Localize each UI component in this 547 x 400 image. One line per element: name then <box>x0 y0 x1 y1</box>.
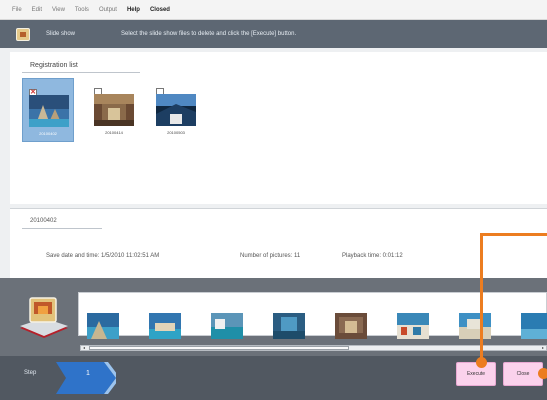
detail-panel: 20100402 Save date and time: 1/5/2010 11… <box>10 208 547 278</box>
detail-date-label: 20100402 <box>30 218 57 224</box>
item-caption: 20100503 <box>167 130 185 135</box>
scroll-left-icon[interactable]: ◂ <box>81 346 87 350</box>
film-thumbnail[interactable] <box>87 313 119 339</box>
menu-closed[interactable]: Closed <box>150 7 170 13</box>
scrollbar-thumb[interactable] <box>89 346 349 350</box>
film-thumbnail[interactable] <box>273 313 305 339</box>
callout-dot <box>476 357 487 368</box>
slide-thumbnail-image <box>156 94 196 126</box>
menu-tools[interactable]: Tools <box>75 7 89 13</box>
slide-thumbnail-image <box>94 94 134 126</box>
slide-thumbnail-image <box>29 95 69 127</box>
section-divider <box>22 72 140 73</box>
registration-panel: Registration list ✕ 20100402 20100414 20… <box>10 52 547 204</box>
item-caption: 20100402 <box>39 131 57 136</box>
menu-bar: File Edit View Tools Output Help Closed <box>0 0 547 20</box>
film-thumbnail[interactable] <box>397 313 429 339</box>
registration-item[interactable]: 20100414 <box>88 78 140 142</box>
film-thumbnail[interactable] <box>521 313 547 339</box>
menu-file[interactable]: File <box>12 7 22 13</box>
callout-line <box>480 233 483 361</box>
save-date-text: Save date and time: 1/5/2010 11:02:51 AM <box>46 253 160 259</box>
callout-dot <box>538 368 547 379</box>
filmstrip-panel: ◂ ▸ <box>0 278 547 356</box>
close-button[interactable]: Close <box>503 362 543 386</box>
section-divider <box>22 228 102 229</box>
registration-list-label: Registration list <box>30 62 78 69</box>
menu-edit[interactable]: Edit <box>32 7 42 13</box>
film-thumbnail[interactable] <box>335 313 367 339</box>
film-thumbnail[interactable] <box>211 313 243 339</box>
scroll-right-icon[interactable]: ▸ <box>540 346 546 350</box>
photo-album-icon <box>20 297 68 338</box>
instruction-text: Select the slide show files to delete an… <box>121 31 297 37</box>
film-thumbnail[interactable] <box>149 313 181 339</box>
registration-item[interactable]: 20100503 <box>150 78 202 142</box>
page-title: Slide show <box>46 31 76 37</box>
step-chevron-icon <box>56 362 116 394</box>
menu-help[interactable]: Help <box>127 7 140 13</box>
item-caption: 20100414 <box>105 130 123 135</box>
menu-output[interactable]: Output <box>99 7 117 13</box>
title-bar: Slide show Select the slide show files t… <box>0 20 547 48</box>
callout-line <box>480 233 547 236</box>
step-label: Step <box>24 370 37 376</box>
filmstrip-thumbnails[interactable] <box>78 292 547 339</box>
picture-count-text: Number of pictures: 11 <box>240 253 301 259</box>
slideshow-app-icon <box>16 27 30 41</box>
filmstrip-scrollbar[interactable]: ◂ ▸ <box>80 345 547 351</box>
film-thumbnail[interactable] <box>459 313 491 339</box>
registration-item[interactable]: ✕ 20100402 <box>22 78 74 142</box>
playback-time-text: Playback time: 0:01:12 <box>342 253 403 259</box>
step-number: 1 <box>86 370 90 377</box>
menu-view[interactable]: View <box>52 7 65 13</box>
